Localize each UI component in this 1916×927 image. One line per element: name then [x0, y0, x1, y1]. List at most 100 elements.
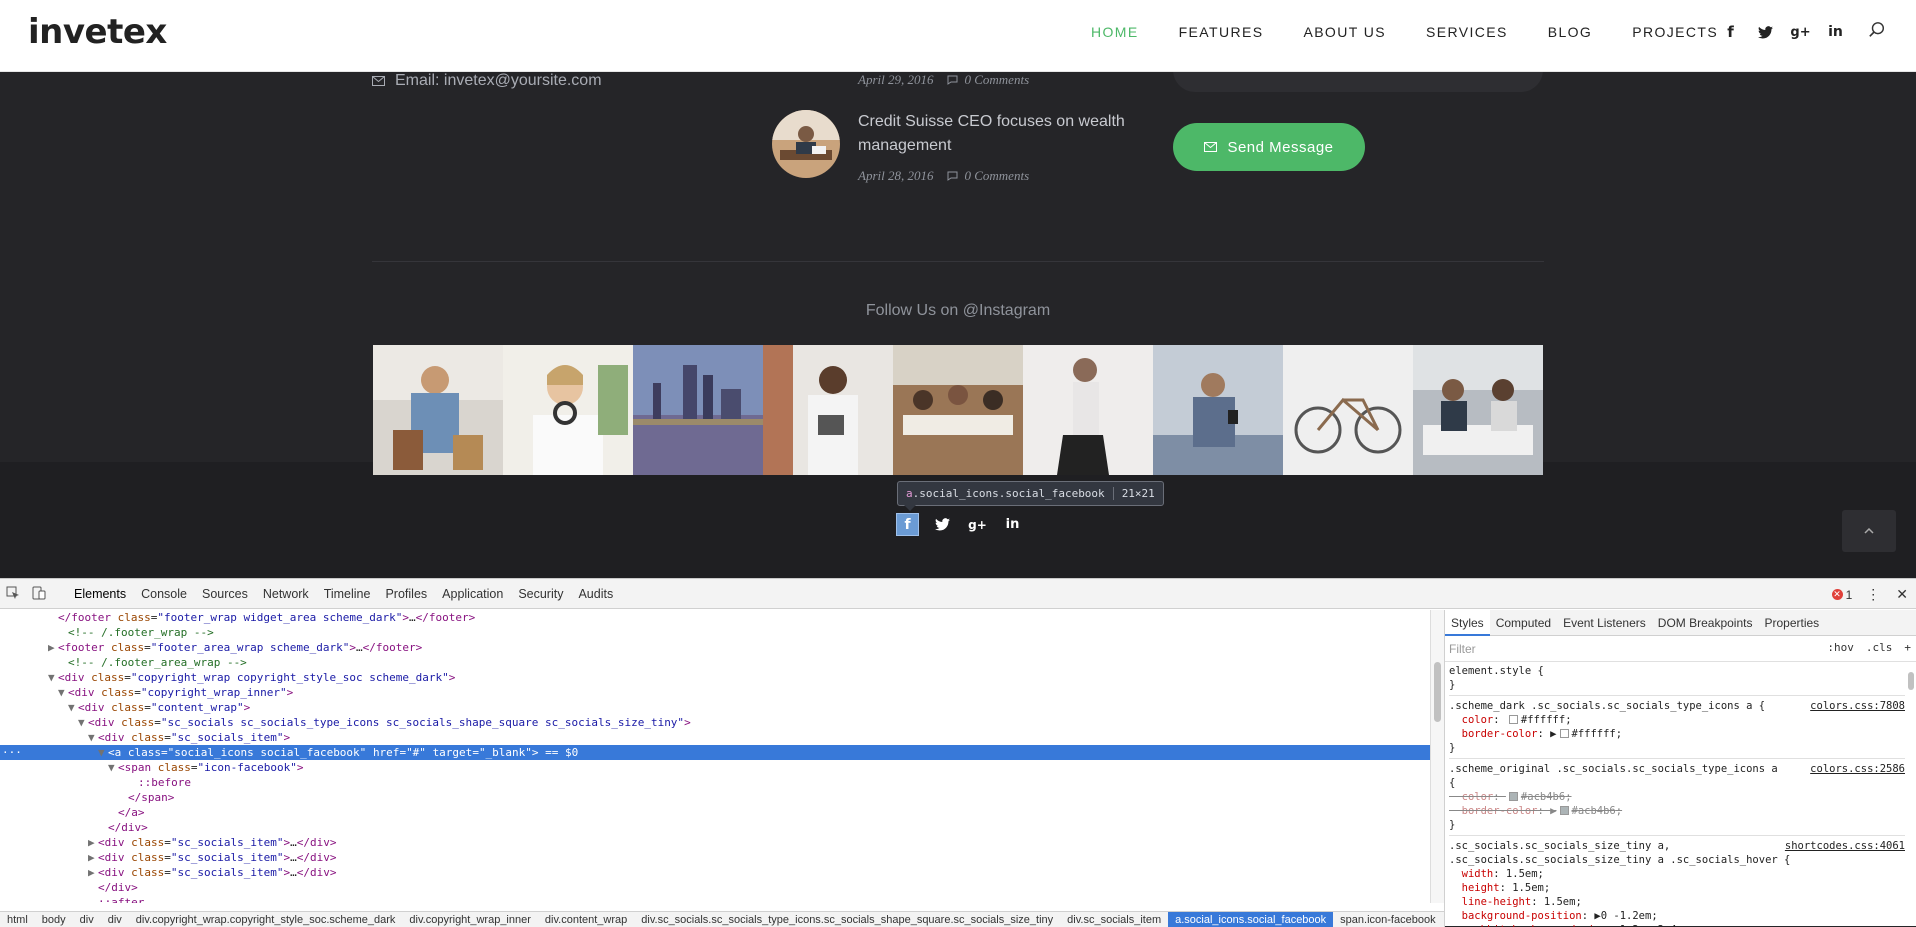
instagram-image[interactable] [1023, 345, 1153, 475]
nav-item-about-us[interactable]: ABOUT US [1303, 22, 1386, 42]
styles-filter[interactable]: Filter :hov.cls+ [1445, 636, 1916, 662]
styles-scrollbar-thumb[interactable] [1908, 672, 1914, 690]
close-devtools-icon[interactable]: ✕ [1896, 586, 1908, 603]
dom-node[interactable]: ▶<footer class="footer_area_wrap scheme_… [0, 640, 1430, 655]
post-comments[interactable]: 0 Comments [947, 72, 1029, 88]
css-property[interactable]: -webkit-background-size: 1.2em 2.4em; [1449, 923, 1905, 927]
expand-triangle-icon[interactable]: ▶ [1550, 728, 1556, 740]
devtools-tab-console[interactable]: Console [141, 587, 187, 601]
styles-tab-event-listeners[interactable]: Event Listeners [1557, 610, 1652, 636]
css-property-name[interactable]: border-color [1449, 805, 1538, 817]
devtools-tab-profiles[interactable]: Profiles [385, 587, 427, 601]
twitter-icon[interactable] [1748, 20, 1783, 44]
css-property-name[interactable]: background-position [1449, 910, 1582, 922]
breadcrumb-item[interactable]: div.copyright_wrap.copyright_style_soc.s… [129, 912, 403, 927]
instagram-image[interactable] [373, 345, 503, 475]
post-title[interactable]: Credit Suisse CEO focuses on wealth mana… [858, 110, 1148, 158]
devtools-tab-sources[interactable]: Sources [202, 587, 248, 601]
expand-triangle-icon[interactable]: ▶ [88, 865, 98, 880]
css-property-name[interactable]: border-color [1449, 728, 1538, 740]
devtools-tab-security[interactable]: Security [518, 587, 563, 601]
dom-node[interactable]: ▶<div class="sc_socials_item">…</div> [0, 865, 1430, 880]
devtools-tab-network[interactable]: Network [263, 587, 309, 601]
collapse-triangle-icon[interactable]: ▼ [78, 715, 88, 730]
collapse-triangle-icon[interactable]: ▼ [58, 685, 68, 700]
instagram-image[interactable] [1283, 345, 1413, 475]
breadcrumb-item[interactable]: div.sc_socials.sc_socials_type_icons.sc_… [634, 912, 1060, 927]
instagram-image[interactable] [633, 345, 763, 475]
linkedin-icon[interactable]: in [1818, 20, 1853, 44]
rule-selector[interactable]: element.style { [1449, 664, 1905, 678]
css-property[interactable]: border-color: ▶#acb4b6; [1449, 804, 1905, 818]
instagram-image[interactable] [763, 345, 893, 475]
filter-option[interactable]: :hov [1827, 641, 1854, 654]
styles-tab-properties[interactable]: Properties [1758, 610, 1825, 636]
css-property-value[interactable]: 1.5em [1506, 868, 1538, 880]
devtools-tab-application[interactable]: Application [442, 587, 503, 601]
color-swatch[interactable] [1509, 792, 1518, 801]
dom-node[interactable]: ▼<div class="copyright_wrap copyright_st… [0, 670, 1430, 685]
dom-node[interactable]: ▼<div class="copyright_wrap_inner"> [0, 685, 1430, 700]
site-logo[interactable]: invetex [28, 12, 167, 52]
color-swatch[interactable] [1560, 806, 1569, 815]
color-swatch[interactable] [1560, 729, 1569, 738]
error-counter[interactable]: ✕1 [1832, 588, 1853, 602]
dom-node[interactable]: ▼<div class="sc_socials_item"> [0, 730, 1430, 745]
breadcrumb-item[interactable]: div [101, 912, 129, 927]
dom-node[interactable]: </a> [0, 805, 1430, 820]
css-property-value[interactable]: #ffffff [1572, 728, 1616, 740]
scroll-to-top-button[interactable] [1842, 510, 1896, 552]
css-property[interactable]: border-color: ▶#ffffff; [1449, 727, 1905, 741]
breadcrumb-item[interactable]: div.sc_socials_item [1060, 912, 1168, 927]
css-property[interactable]: color: #acb4b6; [1449, 790, 1905, 804]
breadcrumb-item[interactable]: html [0, 912, 35, 927]
post-comments[interactable]: 0 Comments [947, 168, 1029, 184]
nav-item-services[interactable]: SERVICES [1426, 22, 1508, 42]
css-property-name[interactable]: color [1449, 714, 1493, 726]
rule-source-link[interactable]: shortcodes.css:4061 [1785, 839, 1905, 853]
rule-selector[interactable]: .sc_socials.sc_socials_size_tiny a .sc_s… [1449, 853, 1905, 867]
breadcrumb-item[interactable]: body [35, 912, 73, 927]
inspect-element-icon[interactable] [6, 586, 22, 602]
nav-item-projects[interactable]: PROJECTS [1632, 22, 1718, 42]
post-thumbnail[interactable] [772, 110, 840, 178]
devtools-tab-timeline[interactable]: Timeline [324, 587, 371, 601]
css-property-value[interactable]: 0 -1.2em [1601, 910, 1652, 922]
dom-node[interactable]: <!-- /.footer_area_wrap --> [0, 655, 1430, 670]
css-property[interactable]: color: #ffffff; [1449, 713, 1905, 727]
css-property-value[interactable]: #ffffff [1521, 714, 1565, 726]
styles-scrollbar[interactable] [1906, 664, 1916, 927]
google-plus-icon[interactable]: g+ [967, 514, 988, 535]
rule-source-link[interactable]: colors.css:2586 [1810, 762, 1905, 776]
expand-triangle-icon[interactable]: ▶ [88, 835, 98, 850]
dom-node[interactable]: </div> [0, 880, 1430, 895]
dom-node[interactable]: ::after [0, 895, 1430, 903]
more-icon[interactable]: ··· [2, 745, 22, 760]
linkedin-icon[interactable]: in [1002, 514, 1023, 535]
more-options-icon[interactable]: ⋮ [1866, 586, 1880, 603]
google-plus-icon[interactable]: g+ [1783, 20, 1818, 44]
styles-tab-styles[interactable]: Styles [1445, 610, 1490, 636]
nav-item-home[interactable]: HOME [1091, 22, 1139, 42]
dom-node[interactable]: ▼<div class="content_wrap"> [0, 700, 1430, 715]
css-property[interactable]: width: 1.5em; [1449, 867, 1905, 881]
collapse-triangle-icon[interactable]: ▼ [48, 670, 58, 685]
css-property[interactable]: background-position: ▶0 -1.2em; [1449, 909, 1905, 923]
collapse-triangle-icon[interactable]: ▼ [98, 745, 108, 760]
expand-triangle-icon[interactable]: ▶ [88, 850, 98, 865]
devtools-tab-elements[interactable]: Elements [74, 587, 126, 601]
dom-scrollbar-thumb[interactable] [1434, 662, 1441, 722]
instagram-image[interactable] [893, 345, 1023, 475]
breadcrumb-item[interactable]: div.content_wrap [538, 912, 634, 927]
facebook-icon[interactable]: f [1713, 20, 1748, 44]
instagram-image[interactable] [503, 345, 633, 475]
search-icon[interactable] [1868, 21, 1892, 45]
twitter-icon[interactable] [932, 514, 953, 535]
styles-tab-dom-breakpoints[interactable]: DOM Breakpoints [1652, 610, 1759, 636]
css-property[interactable]: height: 1.5em; [1449, 881, 1905, 895]
css-property-name[interactable]: height [1449, 882, 1500, 894]
facebook-icon[interactable]: f [897, 514, 918, 535]
dom-node[interactable]: ▶<div class="sc_socials_item">…</div> [0, 835, 1430, 850]
breadcrumb-item[interactable]: span.icon-facebook [1333, 912, 1442, 927]
dom-node[interactable]: </div> [0, 820, 1430, 835]
